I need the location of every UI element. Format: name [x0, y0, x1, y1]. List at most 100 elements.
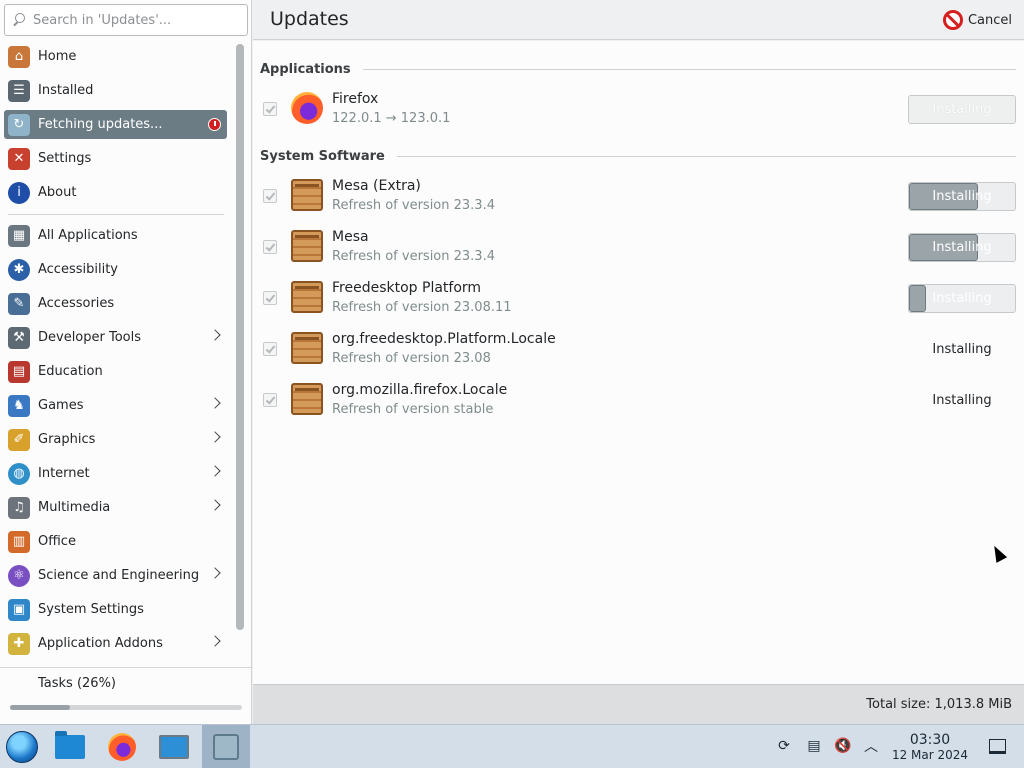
sidebar-item-label: Office: [38, 534, 76, 549]
tray-expand-icon[interactable]: ︿: [862, 737, 880, 755]
tasks-progress-bar: [10, 705, 242, 710]
sidebar-item-settings[interactable]: ✕ Settings: [4, 144, 227, 173]
firefox-button[interactable]: [102, 729, 142, 765]
update-detail: Refresh of version stable: [332, 402, 494, 417]
update-status: Installing: [932, 393, 992, 408]
update-progress: Installing: [908, 233, 1016, 262]
sidebar-item-graphics[interactable]: ✐ Graphics: [4, 425, 227, 454]
alert-badge-icon: [208, 118, 221, 131]
discover-icon: [213, 734, 239, 760]
sidebar-item-all-applications[interactable]: ▦ All Applications: [4, 221, 227, 250]
update-detail: Refresh of version 23.08.11: [332, 300, 512, 315]
sidebar-item-multimedia[interactable]: ♫ Multimedia: [4, 493, 227, 522]
tasks-progress-fill: [10, 705, 71, 710]
discover-button[interactable]: [202, 725, 250, 768]
update-checkbox[interactable]: [263, 342, 277, 356]
chevron-right-icon: [209, 329, 221, 341]
sidebar-item-label: Accessibility: [38, 262, 118, 277]
developer-icon: ⚒: [8, 326, 30, 349]
cancel-label: Cancel: [967, 12, 1012, 28]
sidebar-item-education[interactable]: ▤ Education: [4, 357, 227, 386]
grid-icon: ▦: [8, 224, 30, 247]
sidebar-scrollbar[interactable]: [236, 44, 244, 630]
start-menu-button[interactable]: [2, 729, 42, 765]
sidebar-item-developer-tools[interactable]: ⚒ Developer Tools: [4, 323, 227, 352]
taskbar: ⟳ ▤ 🔇 ︿ 03:30 12 Mar 2024: [0, 724, 1024, 768]
system-settings-button[interactable]: [154, 729, 194, 765]
sidebar-item-internet[interactable]: ◍ Internet: [4, 459, 227, 488]
updates-tray-icon[interactable]: ⟳: [775, 737, 793, 755]
navigation-list: ⌂ Home ☰ Installed ↻ Fetching updates...…: [0, 40, 232, 664]
update-progress: Installing: [908, 95, 1016, 124]
search-icon: [13, 13, 27, 27]
tasks-label: Tasks (26%): [38, 676, 116, 691]
sidebar-item-accessibility[interactable]: ✱ Accessibility: [4, 255, 227, 284]
chevron-right-icon: [209, 431, 221, 443]
sidebar-item-label: Games: [38, 398, 84, 413]
sidebar-item-label: Settings: [38, 151, 92, 166]
update-progress: Installing: [908, 284, 1016, 313]
updates-icon: ↻: [8, 113, 30, 136]
sidebar-item-about[interactable]: i About: [4, 178, 227, 207]
sidebar-item-label: Home: [38, 49, 77, 64]
update-row[interactable]: org.freedesktop.Platform.Locale Refresh …: [253, 326, 1024, 376]
update-name: org.freedesktop.Platform.Locale: [332, 331, 556, 347]
sidebar-item-science-engineering[interactable]: ⚛ Science and Engineering: [4, 561, 227, 590]
update-checkbox[interactable]: [263, 291, 277, 305]
sidebar-item-label: Application Addons: [38, 636, 163, 651]
graphics-icon: ✐: [8, 428, 30, 451]
package-icon: [291, 332, 323, 364]
section-title: System Software: [260, 148, 385, 164]
sidebar-item-games[interactable]: ♞ Games: [4, 391, 227, 420]
sidebar-item-label: About: [38, 185, 77, 200]
package-icon: [291, 281, 323, 313]
scrollbar-thumb[interactable]: [236, 44, 244, 630]
sidebar-item-system-settings[interactable]: ▣ System Settings: [4, 595, 227, 624]
update-checkbox[interactable]: [263, 102, 277, 116]
page-title: Updates: [270, 8, 349, 30]
update-status: Installing: [932, 102, 992, 117]
update-row[interactable]: Freedesktop Platform Refresh of version …: [253, 275, 1024, 325]
update-row[interactable]: org.mozilla.firefox.Locale Refresh of ve…: [253, 377, 1024, 427]
sidebar-item-installed[interactable]: ☰ Installed: [4, 76, 227, 105]
update-row[interactable]: Mesa (Extra) Refresh of version 23.3.4 I…: [253, 173, 1024, 223]
chevron-right-icon: [209, 397, 221, 409]
volume-muted-icon[interactable]: 🔇: [834, 737, 852, 755]
clipboard-icon[interactable]: ▤: [805, 737, 823, 755]
sidebar-item-home[interactable]: ⌂ Home: [4, 42, 227, 71]
sidebar-item-accessories[interactable]: ✎ Accessories: [4, 289, 227, 318]
update-checkbox[interactable]: [263, 189, 277, 203]
sidebar-item-label: Education: [38, 364, 103, 379]
tasks-panel[interactable]: Tasks (26%): [0, 667, 251, 724]
addons-icon: ✚: [8, 632, 30, 655]
accessibility-icon: ✱: [8, 258, 30, 281]
chevron-right-icon: [209, 567, 221, 579]
sidebar-item-label: Accessories: [38, 296, 115, 311]
clock[interactable]: 03:30 12 Mar 2024: [886, 732, 974, 762]
update-name: Freedesktop Platform: [332, 280, 482, 296]
clock-time: 03:30: [909, 732, 951, 748]
internet-icon: ◍: [8, 462, 30, 485]
update-progress: Installing: [908, 182, 1016, 211]
sidebar-item-label: Fetching updates...: [38, 117, 163, 132]
update-checkbox[interactable]: [263, 240, 277, 254]
search-field[interactable]: [4, 4, 248, 36]
update-status: Installing: [932, 291, 992, 306]
update-checkbox[interactable]: [263, 393, 277, 407]
show-desktop-icon[interactable]: [989, 739, 1006, 754]
tools-icon: ✕: [8, 147, 30, 170]
search-input[interactable]: [33, 12, 233, 28]
sidebar-item-updates[interactable]: ↻ Fetching updates...: [4, 110, 227, 139]
update-status: Installing: [932, 240, 992, 255]
file-manager-button[interactable]: [50, 729, 90, 765]
sidebar-item-application-addons[interactable]: ✚ Application Addons: [4, 629, 227, 658]
sidebar-item-label: Developer Tools: [38, 330, 142, 345]
status-footer: Total size: 1,013.8 MiB: [253, 684, 1024, 724]
cancel-button[interactable]: Cancel: [942, 8, 1012, 32]
multimedia-icon: ♫: [8, 496, 30, 519]
sidebar-item-office[interactable]: ▥ Office: [4, 527, 227, 556]
page-header: Updates Cancel: [253, 0, 1024, 40]
sidebar-item-label: Internet: [38, 466, 90, 481]
update-row[interactable]: Mesa Refresh of version 23.3.4 Installin…: [253, 224, 1024, 274]
update-row[interactable]: Firefox 122.0.1 → 123.0.1 Installing: [253, 86, 1024, 136]
